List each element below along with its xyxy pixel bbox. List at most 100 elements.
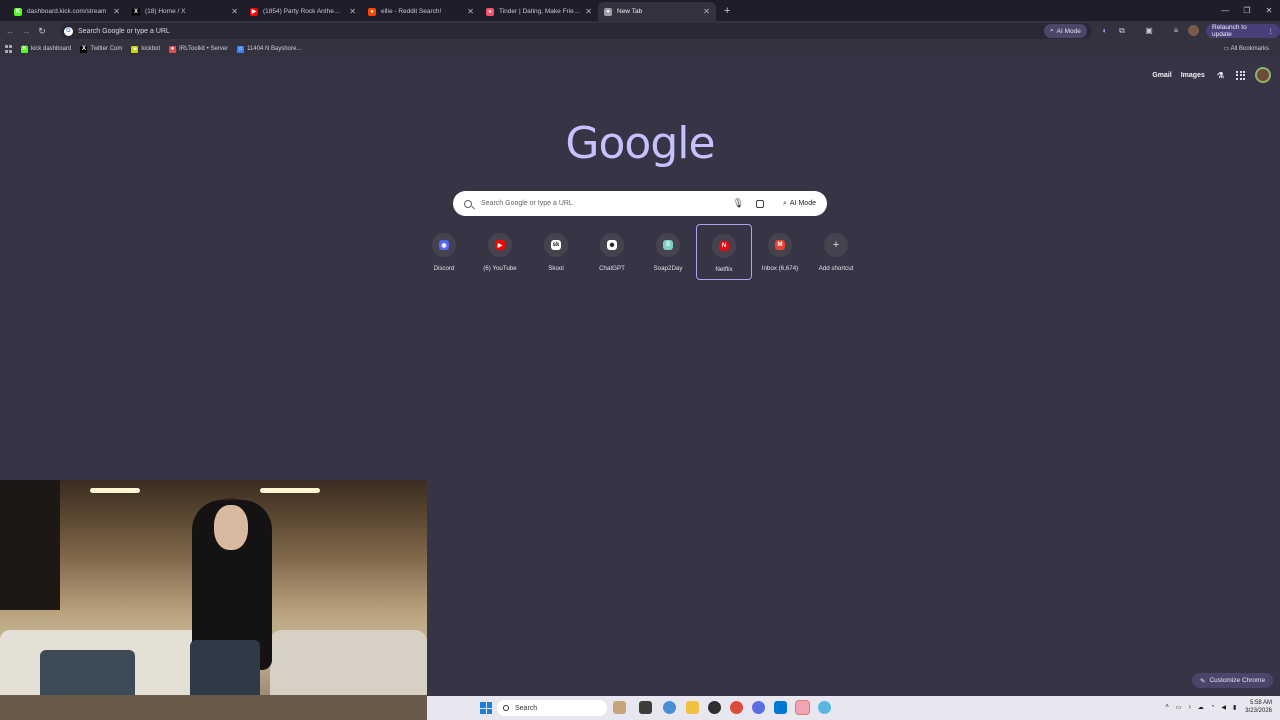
network-icon[interactable]: ▭: [1176, 704, 1182, 711]
customize-chrome-button[interactable]: ✎ Customize Chrome: [1192, 673, 1274, 688]
volume-icon[interactable]: ◀: [1221, 704, 1226, 711]
clock-time: 5:58 AM: [1249, 700, 1272, 706]
battery-icon[interactable]: ▮: [1233, 704, 1236, 711]
chrome-dev-icon[interactable]: [663, 701, 676, 714]
shortcut-label: Skool: [548, 265, 564, 272]
bookmark-label: kickbot: [141, 46, 161, 52]
windows-start-icon[interactable]: [480, 702, 492, 714]
tab-title: (18) Home / X: [145, 8, 186, 15]
all-bookmarks-label: All Bookmarks: [1230, 46, 1269, 52]
close-tab-icon[interactable]: ✕: [113, 7, 120, 16]
apps-icon[interactable]: [5, 45, 13, 53]
window-controls: — ❐ ✕: [1214, 0, 1280, 21]
ai-mode-label: AI Mode: [789, 200, 816, 207]
bookmark-item[interactable]: X Twitter Com: [80, 45, 123, 53]
forward-icon[interactable]: →: [20, 26, 32, 36]
omnibox[interactable]: G Search Google or type a URL: [60, 23, 1092, 39]
tab-2[interactable]: ▶ (1854) Party Rock Anthem - Yo ✕: [244, 2, 362, 21]
shortcut-icon-circle: +: [824, 233, 848, 257]
shortcut-icon-circle: ◉: [432, 233, 456, 257]
tab-5[interactable]: ● New Tab ✕: [598, 2, 716, 21]
omnibox-ai-mode-button[interactable]: ⌕ AI Mode: [1044, 24, 1087, 38]
app-icon[interactable]: [818, 701, 831, 714]
microphone-icon[interactable]: 🎙: [733, 198, 744, 209]
profile-avatar[interactable]: [1188, 25, 1199, 36]
chevron-up-icon[interactable]: ˄: [1165, 704, 1169, 710]
bookmark-item[interactable]: ⌂ 11404 N Bayshore...: [237, 45, 301, 53]
shortcut-label: (6) YouTube: [483, 265, 517, 272]
chrome-icon[interactable]: [730, 701, 743, 714]
new-tab-button[interactable]: +: [724, 2, 730, 21]
tab-3[interactable]: ● ellie - Reddit Search! ✕: [362, 2, 480, 21]
account-avatar[interactable]: [1255, 67, 1271, 83]
tab-title: ellie - Reddit Search!: [381, 8, 442, 15]
tab-0[interactable]: Kdashboard.kick.com/stream ✕: [8, 2, 126, 21]
extensions-icon[interactable]: ⧉: [1117, 26, 1127, 36]
shortcut-label: Discord: [433, 265, 455, 272]
search-placeholder[interactable]: Search Google or type a URL: [481, 200, 733, 207]
reload-icon[interactable]: ↻: [36, 26, 48, 37]
ai-mode-label: AI Mode: [1056, 27, 1081, 35]
tab-title: (1854) Party Rock Anthem - Yo: [263, 8, 346, 15]
taskbar-search[interactable]: Search: [497, 700, 607, 716]
ai-mode-button[interactable]: ⌕ AI Mode: [776, 195, 823, 212]
shortcut-favicon-icon: ▶: [495, 240, 505, 250]
maximize-icon[interactable]: ❐: [1236, 0, 1258, 21]
shortcut-tile[interactable]: sk Skool: [528, 224, 584, 280]
omnibox-text[interactable]: Search Google or type a URL: [78, 28, 170, 35]
media-icon[interactable]: ≡: [1171, 26, 1181, 36]
shortcut-tile[interactable]: M Inbox (6,674): [752, 224, 808, 280]
chrome-profile-icon[interactable]: [752, 701, 765, 714]
images-link[interactable]: Images: [1181, 72, 1205, 79]
bookmark-item[interactable]: ✦ kickbot: [131, 45, 161, 53]
cloud-icon[interactable]: ☁: [1198, 704, 1204, 711]
close-tab-icon[interactable]: ✕: [467, 7, 474, 16]
bookmark-item[interactable]: ● IRLToolkit • Server: [169, 45, 228, 53]
mic-icon[interactable]: ♮: [1189, 704, 1191, 711]
shortcut-tile[interactable]: ▶ (6) YouTube: [472, 224, 528, 280]
chrome-active-icon[interactable]: [795, 700, 810, 715]
google-apps-icon[interactable]: [1236, 70, 1245, 80]
listen-icon[interactable]: ◖: [1099, 26, 1109, 36]
tab-1[interactable]: X (18) Home / X ✕: [126, 2, 244, 21]
file-icon[interactable]: [639, 701, 652, 714]
labs-icon[interactable]: ⚗: [1217, 71, 1224, 80]
relaunch-button[interactable]: Relaunch to update ⋮: [1206, 24, 1280, 38]
tab-title: Tinder | Dating, Make Friends &: [499, 8, 582, 15]
tab-4[interactable]: ● Tinder | Dating, Make Friends & ✕: [480, 2, 598, 21]
taskbar-search-label: Search: [515, 704, 538, 712]
shortcut-tile[interactable]: ◉ Discord: [416, 224, 472, 280]
shortcut-label: Netflix: [715, 266, 733, 273]
side-panel-icon[interactable]: ▣: [1144, 26, 1154, 36]
shortcut-icon-circle: M: [768, 233, 792, 257]
minimize-icon[interactable]: —: [1214, 0, 1236, 21]
bookmark-label: Twitter Com: [90, 46, 123, 52]
ntp-search-box[interactable]: Search Google or type a URL 🎙 ⌕ AI Mode: [453, 191, 827, 216]
gmail-link[interactable]: Gmail: [1152, 72, 1171, 79]
shortcut-tile[interactable]: N Netflix: [696, 224, 752, 280]
wifi-icon[interactable]: ◔: [1211, 704, 1215, 710]
close-tab-icon[interactable]: ✕: [231, 7, 238, 16]
chrome-icon: ●: [604, 7, 612, 16]
relaunch-label: Relaunch to update: [1212, 24, 1247, 38]
all-bookmarks-button[interactable]: ▭ All Bookmarks: [1224, 45, 1269, 52]
close-tab-icon[interactable]: ✕: [703, 7, 710, 16]
clock[interactable]: 5:58 AM 3/23/2026: [1245, 699, 1272, 715]
close-window-icon[interactable]: ✕: [1258, 0, 1280, 21]
shortcut-tile[interactable]: ✺ ChatGPT: [584, 224, 640, 280]
obs-icon[interactable]: [708, 701, 721, 714]
file-explorer-icon[interactable]: [686, 701, 699, 714]
notepad-icon[interactable]: [774, 701, 787, 714]
close-tab-icon[interactable]: ✕: [349, 7, 356, 16]
back-icon[interactable]: ←: [4, 26, 16, 36]
shortcut-tile[interactable]: S Soap2Day: [640, 224, 696, 280]
close-tab-icon[interactable]: ✕: [585, 7, 592, 16]
search-highlight-icon[interactable]: [613, 701, 626, 714]
shortcut-icon-circle: S: [656, 233, 680, 257]
shortcut-tile[interactable]: + Add shortcut: [808, 224, 864, 280]
google-lens-icon[interactable]: [756, 199, 764, 208]
bookmark-item[interactable]: Kkick dashboard: [21, 45, 71, 53]
tab-list: Kdashboard.kick.com/stream ✕ X (18) Home / …: [8, 2, 716, 21]
tab-title: dashboard.kick.com/stream: [27, 8, 107, 15]
windows-taskbar: Search ˄ ▭ ♮ ☁ ◔ ◀ ▮ 5:58 AM 3/23/2026: [427, 696, 1280, 720]
